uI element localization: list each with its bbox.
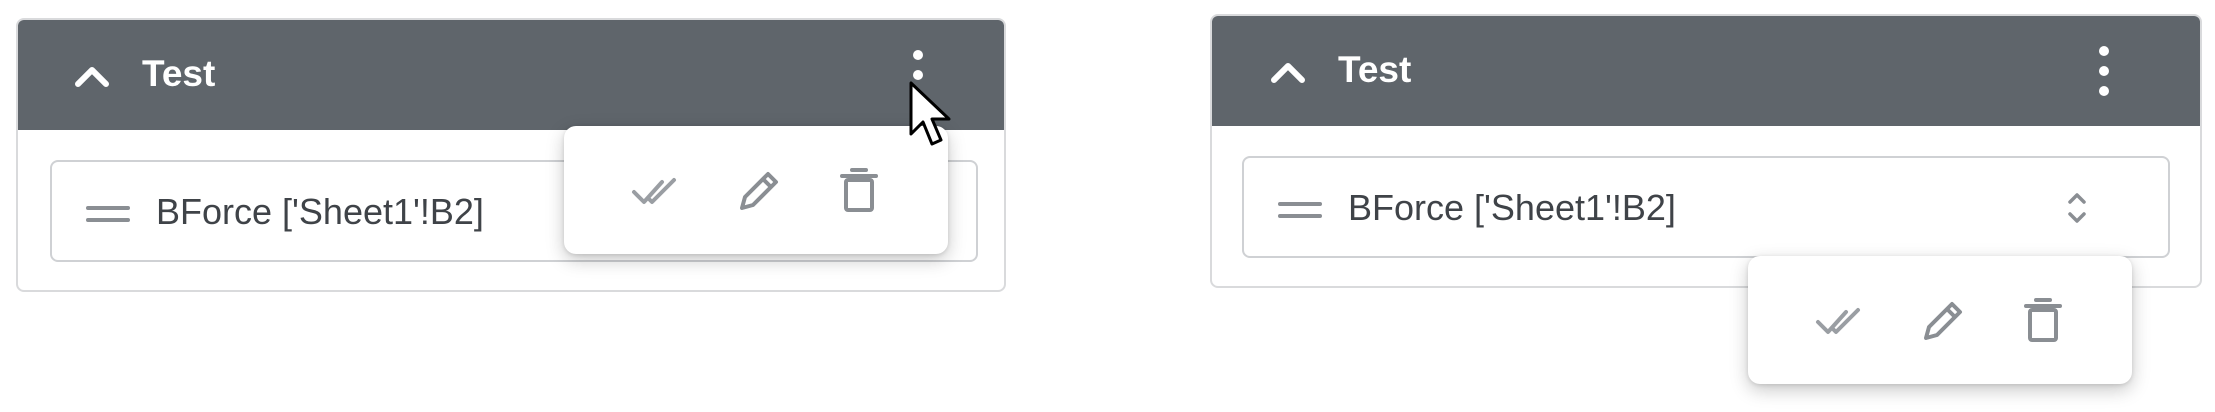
- chevron-up-icon[interactable]: [1266, 50, 1310, 94]
- double-check-icon[interactable]: [630, 166, 680, 216]
- pencil-icon[interactable]: [734, 166, 784, 216]
- action-menu-left: [564, 126, 948, 254]
- condition-field[interactable]: BForce ['Sheet1'!B2]: [1242, 156, 2170, 258]
- drag-handle-icon[interactable]: [86, 204, 130, 224]
- drag-handle-icon[interactable]: [1278, 200, 1322, 220]
- mouse-cursor-icon: [909, 81, 951, 146]
- field-expression: BForce ['Sheet1'!B2]: [1348, 187, 1676, 228]
- panel-title: Test: [1338, 49, 1412, 90]
- more-vertical-icon[interactable]: [2084, 42, 2124, 100]
- action-menu-right: [1748, 256, 2132, 384]
- screenshot-stage: Test BForce ['Sheet1'!B2] Test BForce ['…: [0, 0, 2215, 412]
- chevron-up-icon[interactable]: [70, 54, 114, 98]
- up-down-arrow-icon[interactable]: [2062, 188, 2092, 228]
- trash-icon[interactable]: [834, 166, 884, 216]
- double-check-icon[interactable]: [1814, 296, 1864, 346]
- panel-header: Test: [18, 20, 1004, 130]
- pencil-icon[interactable]: [1918, 296, 1968, 346]
- panel-title: Test: [142, 53, 216, 94]
- condition-panel-right: Test BForce ['Sheet1'!B2]: [1210, 14, 2202, 288]
- trash-icon[interactable]: [2018, 296, 2068, 346]
- panel-header: Test: [1212, 16, 2200, 126]
- field-expression: BForce ['Sheet1'!B2]: [156, 191, 484, 232]
